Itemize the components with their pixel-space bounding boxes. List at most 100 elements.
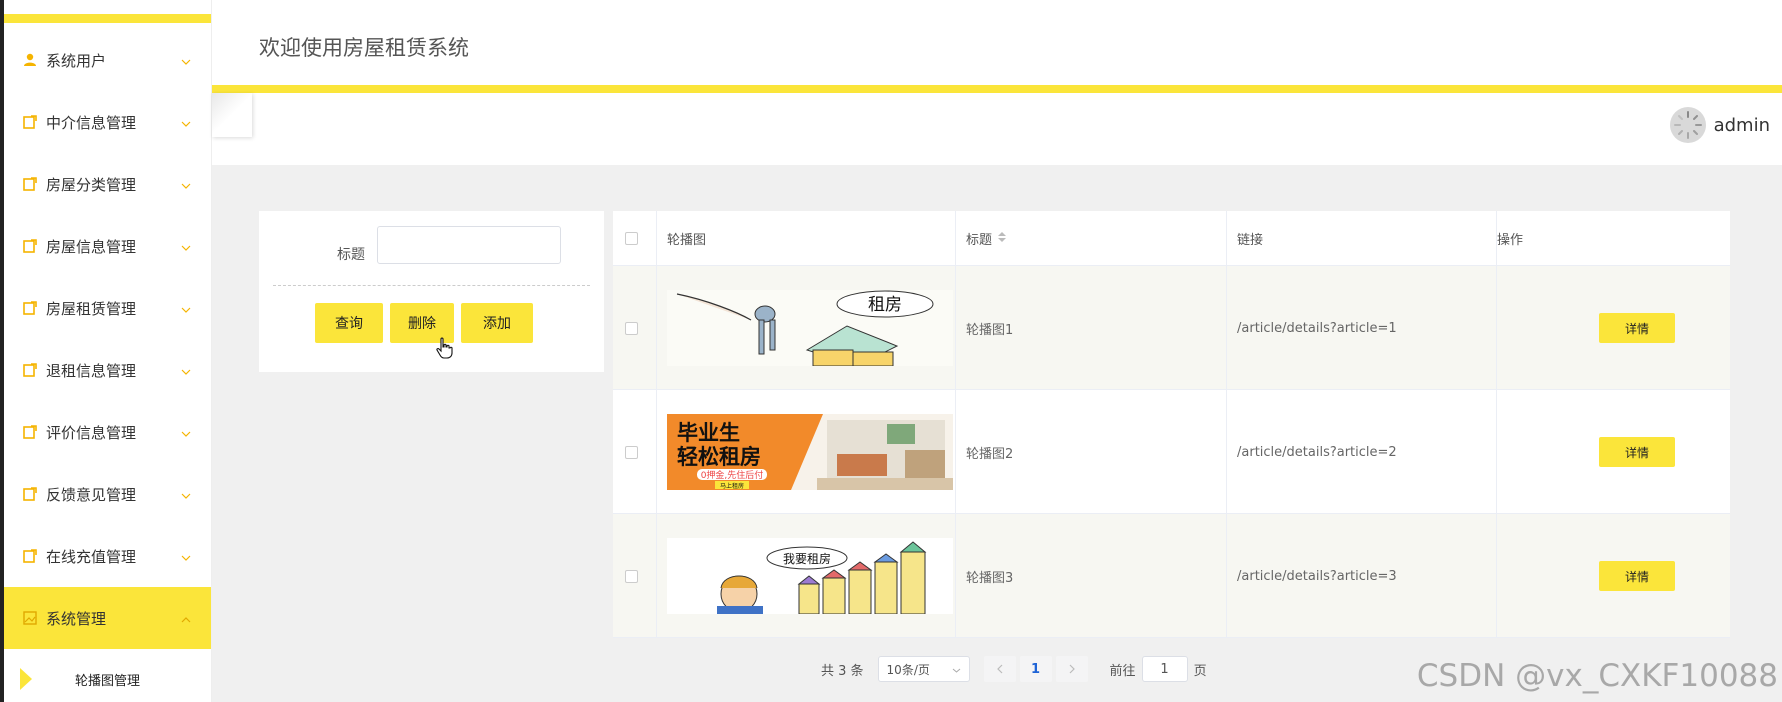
page-title: 欢迎使用房屋租赁系统 [259,36,469,60]
hand-cursor-icon [435,337,453,364]
chevron-left-icon [996,664,1002,674]
carousel-thumbnail: 租房 [667,290,953,366]
carousel-table: 轮播图 标题 链接 操作 租房 轮播图1 /article/details?ar… [613,211,1730,638]
image-cell: 毕业生 轻松租房 0押金,先住后付 马上租房 [657,390,956,514]
prev-page-button[interactable] [983,656,1016,682]
sidebar-item-agent-info[interactable]: 中介信息管理 [4,91,211,153]
chevron-down-icon [181,485,191,503]
image-icon [22,610,38,626]
edit-icon [22,486,38,502]
chevron-down-icon [181,175,191,193]
goto-label: 前往 [1109,663,1136,679]
edit-icon [22,548,38,564]
image-text: 毕业生 [677,421,740,445]
page-number-current[interactable]: 1 [1019,656,1052,682]
page-size-value: 10条/页 [886,662,930,677]
link-cell: /article/details?article=3 [1227,514,1497,638]
sidebar-item-house-info[interactable]: 房屋信息管理 [4,215,211,277]
detail-button[interactable]: 详情 [1599,437,1675,467]
sidebar-item-online-recharge[interactable]: 在线充值管理 [4,525,211,587]
link-cell: /article/details?article=1 [1227,266,1497,390]
title-search-input[interactable] [377,226,561,264]
title-cell: 轮播图1 [956,266,1227,390]
image-text: 0押金,先住后付 [701,469,764,481]
sidebar-item-lease-termination[interactable]: 退租信息管理 [4,339,211,401]
row-checkbox[interactable] [625,321,638,335]
sidebar-subitem-label: 轮播图管理 [74,673,140,689]
chevron-down-icon [181,361,191,379]
title-cell: 轮播图3 [956,514,1227,638]
sidebar-item-label: 系统用户 [46,51,107,70]
chevron-down-icon [181,423,191,441]
sidebar-item-label: 房屋分类管理 [46,175,137,194]
row-select-cell [613,390,657,514]
sidebar-subitem-carousel[interactable]: 轮播图管理 [4,649,211,702]
goto-suffix: 页 [1193,663,1207,679]
row-select-cell [613,514,657,638]
table-row: 毕业生 轻松租房 0押金,先住后付 马上租房 轮播图2 /article/det… [613,390,1730,514]
select-all-checkbox[interactable] [625,232,638,245]
detail-button[interactable]: 详情 [1599,561,1675,591]
image-text: 租房 [868,295,902,315]
chevron-down-icon [181,237,191,255]
sidebar-item-review-info[interactable]: 评价信息管理 [4,401,211,463]
watermark: CSDN @vx_CXKF10088 [1416,658,1778,694]
sidebar-item-system-management[interactable]: 系统管理 [4,587,211,649]
add-button[interactable]: 添加 [461,303,533,343]
active-marker-icon [20,668,32,690]
main-content: 标题 查询 删除 添加 轮播图 标题 链接 操作 租房 轮播图1 /articl… [212,165,1782,702]
user-menu[interactable]: admin [1669,107,1770,143]
link-cell: /article/details?article=2 [1227,390,1497,514]
image-cell: 租房 [657,266,956,390]
row-select-cell [613,266,657,390]
detail-button[interactable]: 详情 [1599,313,1675,343]
sub-header: admin [212,93,1782,165]
sidebar-item-house-category[interactable]: 房屋分类管理 [4,153,211,215]
search-panel: 标题 查询 删除 添加 [259,211,604,372]
action-cell: 详情 [1497,390,1730,514]
chevron-right-icon [1069,664,1075,674]
carousel-thumbnail: 我要租房 [667,538,953,614]
column-header-action-cell: 操作 [1497,211,1730,266]
sidebar-item-system-users[interactable]: 系统用户 [4,29,211,91]
sidebar: 系统用户 中介信息管理 房屋分类管理 房屋信息管理 房屋租赁管理 退租信息管理 … [0,0,212,702]
username: admin [1713,114,1770,136]
sidebar-item-label: 反馈意见管理 [46,485,137,504]
chevron-down-icon [181,113,191,131]
row-checkbox[interactable] [625,445,638,459]
table-row: 租房 轮播图1 /article/details?article=1 详情 [613,266,1730,390]
sidebar-item-house-rental[interactable]: 房屋租赁管理 [4,277,211,339]
image-cell: 我要租房 [657,514,956,638]
column-header-action: 操作 [1497,233,1524,248]
graduate-rental-banner-image: 毕业生 轻松租房 0押金,先住后付 马上租房 [667,414,953,490]
collapse-toggle-icon[interactable] [212,93,252,137]
pagination: 共 3 条 10条/页 1 前往 1 页 [821,656,1207,682]
action-cell: 详情 [1497,266,1730,390]
image-text: 我要租房 [783,551,831,566]
title-cell: 轮播图2 [956,390,1227,514]
image-text: 马上租房 [720,482,744,490]
person-calling-buildings-image: 我要租房 [667,538,953,614]
sidebar-item-label: 房屋租赁管理 [46,299,137,318]
avatar [1669,107,1706,143]
sidebar-top-accent [4,14,211,23]
column-header-title[interactable]: 标题 [956,211,1227,266]
page-size-select[interactable]: 10条/页 [877,656,970,682]
image-text: 轻松租房 [677,445,761,469]
chevron-up-icon [181,609,191,627]
row-checkbox[interactable] [625,569,638,583]
query-button[interactable]: 查询 [315,303,383,343]
carousel-thumbnail: 毕业生 轻松租房 0押金,先住后付 马上租房 [667,414,953,490]
header-accent-bar [212,85,1782,93]
loading-spinner-icon [1673,111,1702,139]
goto-page-input[interactable]: 1 [1141,656,1188,682]
sidebar-item-label: 在线充值管理 [46,547,137,566]
edit-icon [22,238,38,254]
next-page-button[interactable] [1055,656,1088,682]
edit-icon [22,114,38,130]
sidebar-item-feedback[interactable]: 反馈意见管理 [4,463,211,525]
sort-icon[interactable] [998,231,1007,246]
keys-house-image: 租房 [667,290,953,366]
edit-icon [22,424,38,440]
column-header-link: 链接 [1227,211,1497,266]
